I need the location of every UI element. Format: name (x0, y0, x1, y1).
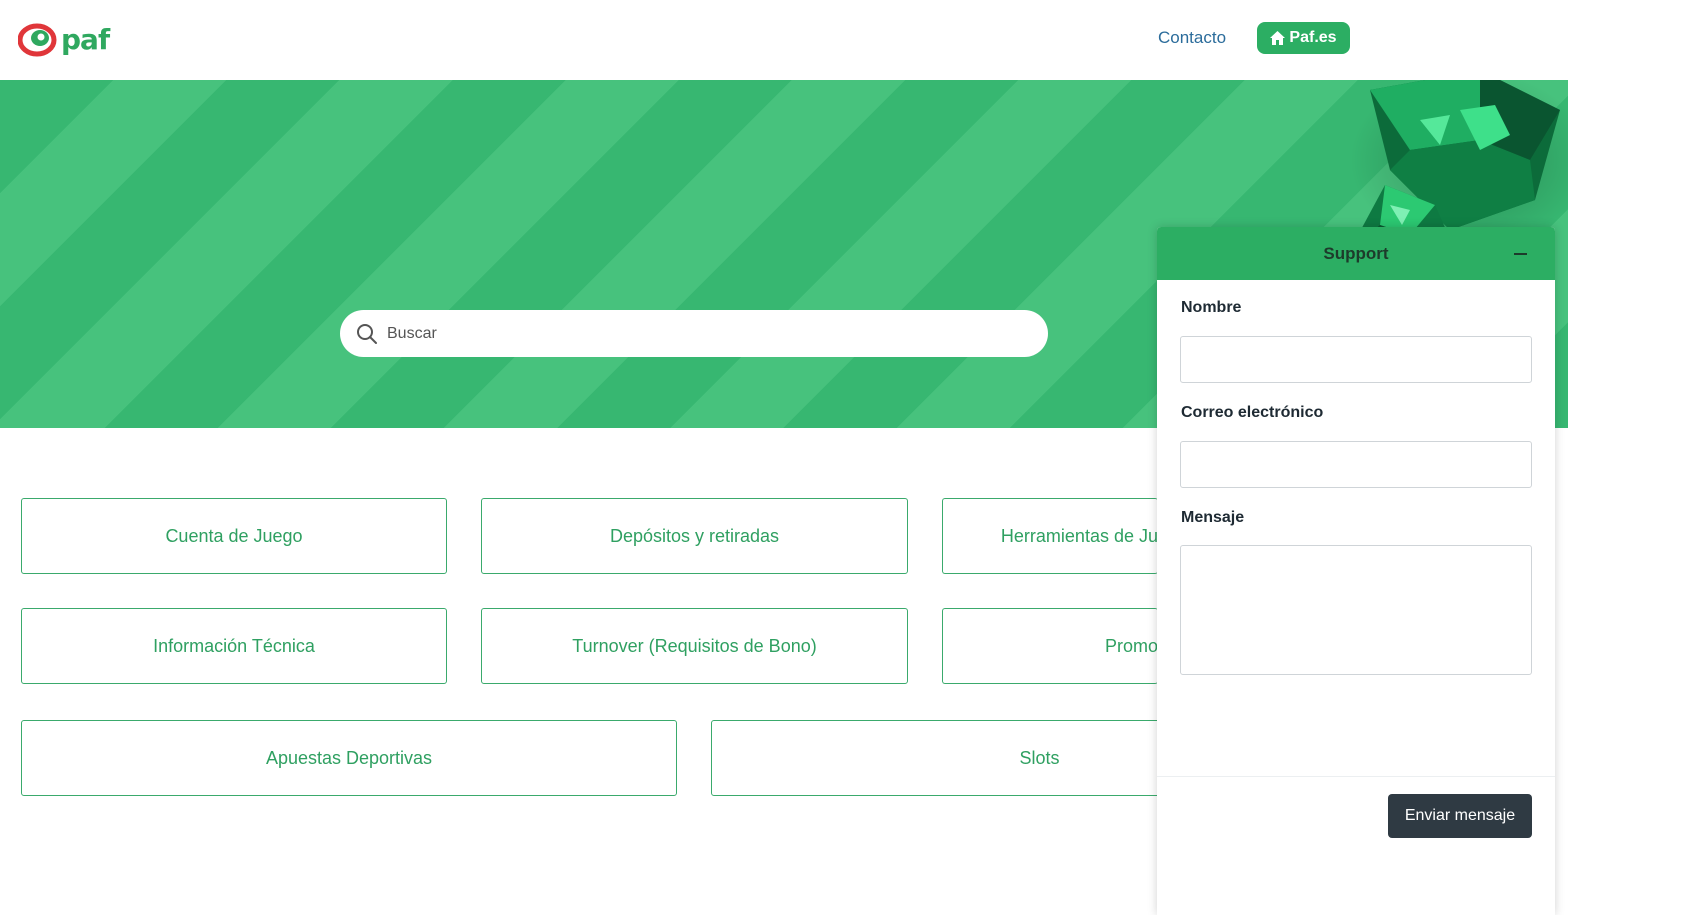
name-field[interactable] (1180, 336, 1532, 383)
send-message-button[interactable]: Enviar mensaje (1388, 794, 1532, 838)
search-input[interactable] (387, 324, 987, 343)
category-card-promo[interactable]: Promo (942, 608, 1158, 684)
nav-contact-link[interactable]: Contacto (1158, 28, 1226, 48)
name-label: Nombre (1181, 299, 1242, 316)
site-header: paf Contacto Paf.es (0, 0, 1688, 80)
paf-logo[interactable]: paf (18, 23, 110, 57)
home-icon (1270, 31, 1286, 45)
support-header: Support (1157, 227, 1555, 280)
category-card-turnover[interactable]: Turnover (Requisitos de Bono) (481, 608, 908, 684)
message-field[interactable] (1180, 545, 1532, 675)
category-card-herramientas[interactable]: Herramientas de Ju (942, 498, 1158, 574)
category-card-informacion-tecnica[interactable]: Información Técnica (21, 608, 447, 684)
support-title: Support (1323, 243, 1389, 263)
minimize-icon[interactable] (1514, 253, 1527, 255)
support-widget: Support Nombre Correo electrónico Mensaj… (1157, 227, 1555, 915)
paf-logo-icon (18, 23, 57, 57)
category-card-depositos-retiradas[interactable]: Depósitos y retiradas (481, 498, 908, 574)
email-label: Correo electrónico (1181, 404, 1324, 421)
category-card-apuestas-deportivas[interactable]: Apuestas Deportivas (21, 720, 677, 796)
message-label: Mensaje (1181, 509, 1245, 526)
logo-text: paf (61, 23, 110, 56)
category-card-cuenta-de-juego[interactable]: Cuenta de Juego (21, 498, 447, 574)
nav-paf-label: Paf.es (1289, 29, 1337, 46)
search-icon (357, 323, 377, 344)
nav-paf-home-button[interactable]: Paf.es (1257, 22, 1350, 54)
email-field[interactable] (1180, 441, 1532, 488)
search-bar[interactable] (340, 310, 1048, 357)
